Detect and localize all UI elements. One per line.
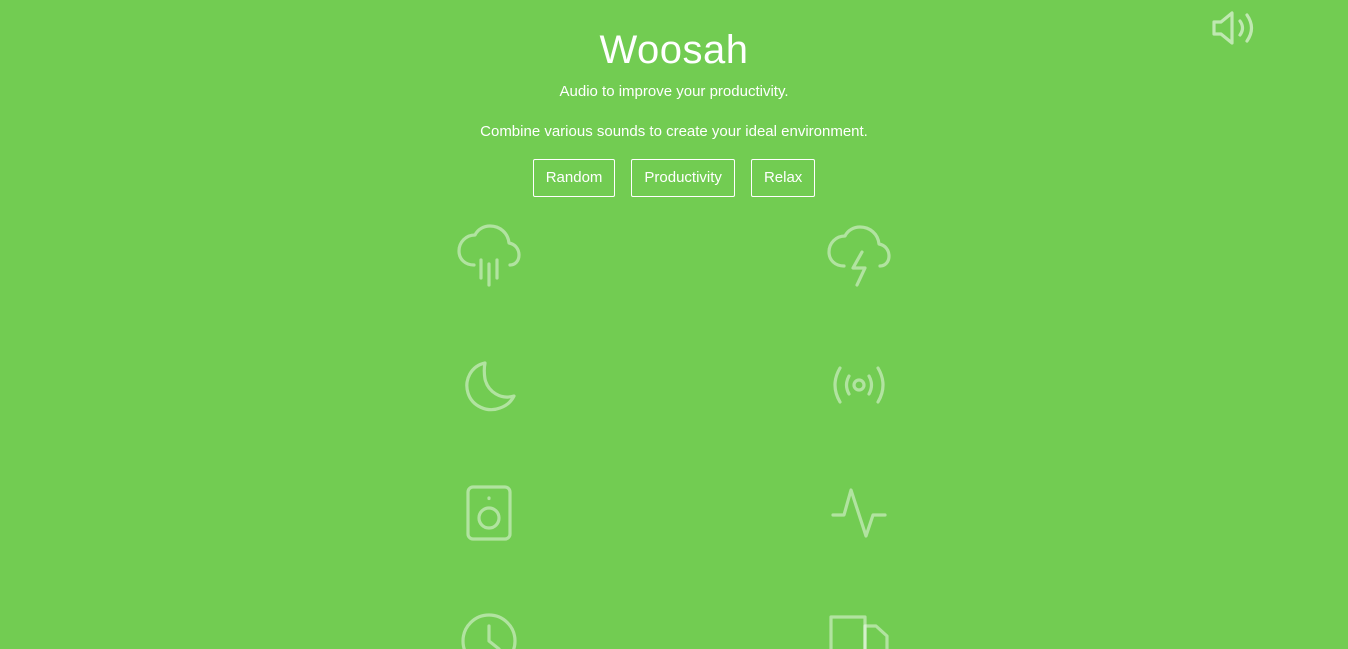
random-button[interactable]: Random — [532, 159, 616, 197]
rain-cloud-icon — [457, 224, 521, 287]
activity-icon — [831, 488, 887, 538]
speaker-icon — [466, 485, 512, 541]
truck-icon — [829, 615, 889, 649]
app-description: Combine various sounds to create your id… — [480, 123, 868, 140]
thunderstorm-icon — [827, 225, 891, 287]
sound-night[interactable] — [454, 350, 524, 420]
sound-radio[interactable] — [824, 350, 894, 420]
relax-button[interactable]: Relax — [750, 159, 816, 197]
sound-rain[interactable] — [454, 222, 524, 292]
sound-truck[interactable] — [824, 606, 894, 649]
app-title: Woosah — [599, 28, 749, 72]
clock-icon — [461, 613, 517, 649]
productivity-button[interactable]: Productivity — [631, 159, 735, 197]
sound-speaker[interactable] — [454, 478, 524, 548]
sound-thunderstorm[interactable] — [824, 222, 894, 292]
broadcast-icon — [833, 366, 885, 404]
sound-activity[interactable] — [824, 478, 894, 548]
moon-icon — [465, 361, 516, 412]
sound-clock[interactable] — [454, 606, 524, 649]
preset-buttons: Random Productivity Relax — [0, 159, 1348, 197]
app-subtitle: Audio to improve your productivity. — [559, 83, 789, 100]
